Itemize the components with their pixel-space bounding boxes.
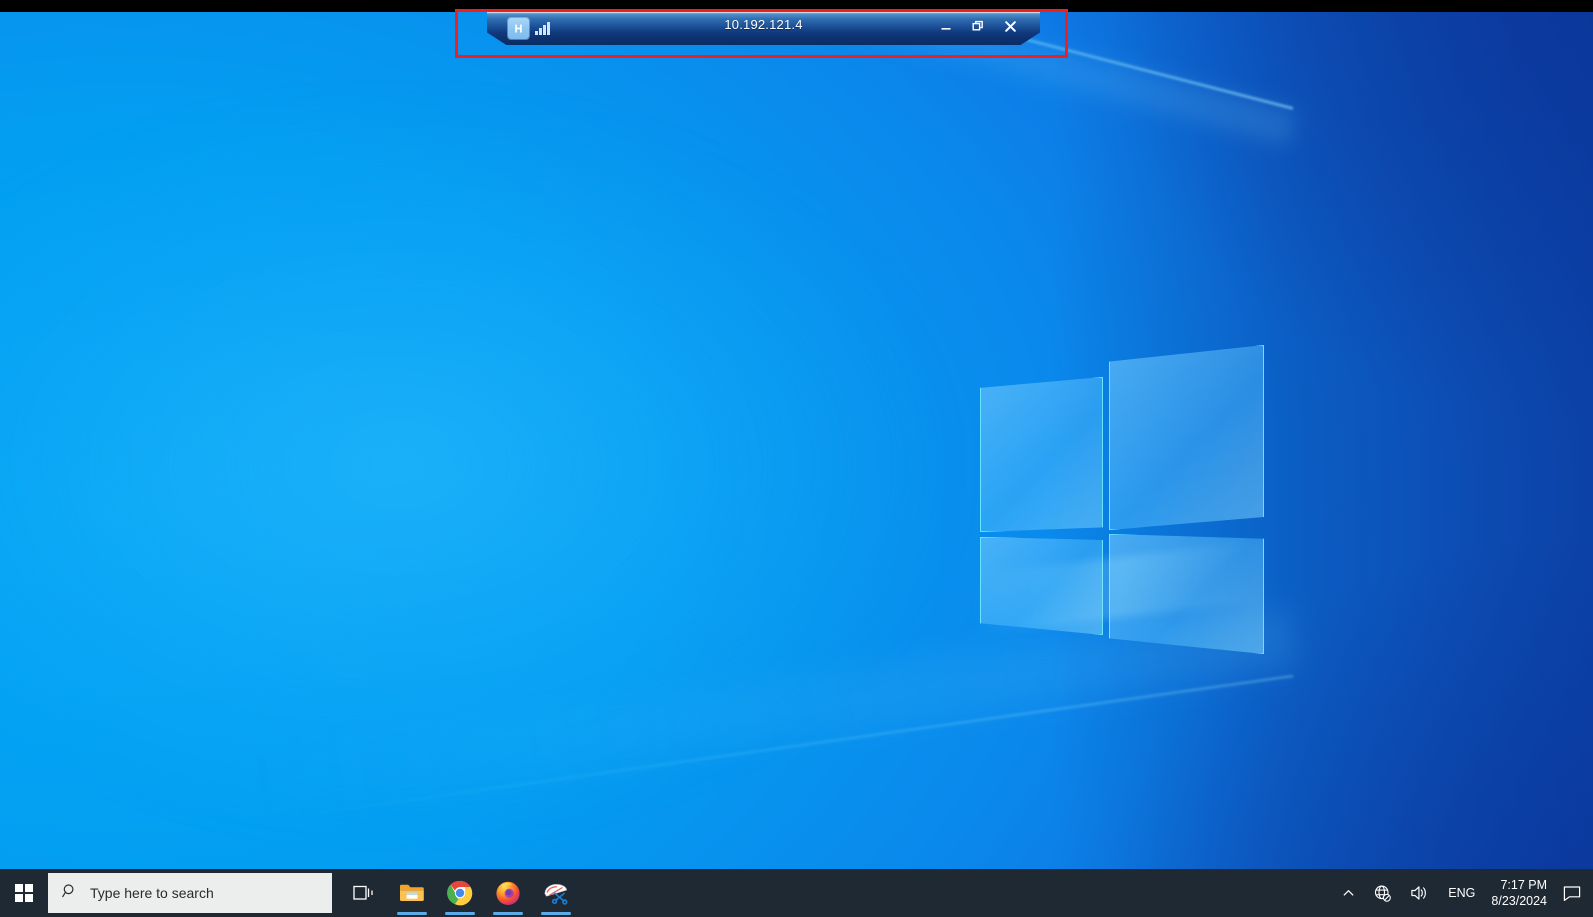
taskbar: Type here to search ENG 7:17 PM 8/23/202… xyxy=(0,869,1593,917)
folder-icon xyxy=(400,884,424,901)
speaker-icon xyxy=(1411,886,1427,900)
system-tray: ENG 7:17 PM 8/23/2024 xyxy=(1333,869,1593,917)
logo-pane-top-left xyxy=(980,377,1103,532)
taskbar-item-snipping-tool[interactable] xyxy=(532,869,580,917)
clock-time: 7:17 PM xyxy=(1500,878,1547,892)
task-view-icon xyxy=(353,885,373,900)
logo-pane-top-right xyxy=(1109,345,1264,530)
action-center-button[interactable] xyxy=(1557,869,1587,917)
taskbar-item-task-view[interactable] xyxy=(340,869,388,917)
clock-date: 8/23/2024 xyxy=(1491,894,1547,908)
pushpin-icon[interactable] xyxy=(508,17,529,39)
close-button[interactable] xyxy=(998,14,1022,38)
speech-bubble-icon xyxy=(1563,885,1581,901)
top-black-strip xyxy=(0,0,1593,12)
taskbar-item-mozilla-firefox[interactable] xyxy=(484,869,532,917)
screen: 10.192.121.4 Type here to search ENG 7:1… xyxy=(0,0,1593,917)
tray-language-indicator[interactable]: ENG xyxy=(1438,886,1485,900)
taskbar-item-file-explorer[interactable] xyxy=(388,869,436,917)
restore-button[interactable] xyxy=(966,14,990,38)
globe-no-internet-icon xyxy=(1375,885,1392,902)
scissors-icon xyxy=(544,884,568,905)
chevron-up-icon xyxy=(1343,889,1354,896)
search-input[interactable]: Type here to search xyxy=(48,873,332,913)
chrome-icon xyxy=(447,880,473,906)
tray-network-button[interactable] xyxy=(1364,869,1401,917)
rdp-connection-bar[interactable]: 10.192.121.4 xyxy=(487,12,1040,45)
tray-overflow-button[interactable] xyxy=(1333,869,1364,917)
windows-logo-icon xyxy=(15,884,33,902)
firefox-icon xyxy=(496,881,520,905)
taskbar-app-icons xyxy=(340,869,580,917)
minimize-button[interactable] xyxy=(934,14,958,38)
tray-volume-button[interactable] xyxy=(1401,869,1438,917)
taskbar-item-google-chrome[interactable] xyxy=(436,869,484,917)
start-button[interactable] xyxy=(0,869,48,917)
connection-bar-left-icons xyxy=(508,15,550,41)
search-icon xyxy=(62,883,78,904)
signal-bars-icon xyxy=(535,21,550,36)
search-placeholder-text: Type here to search xyxy=(90,885,214,901)
wallpaper-left-glow xyxy=(0,102,956,827)
desktop-wallpaper[interactable] xyxy=(0,12,1593,917)
taskbar-clock[interactable]: 7:17 PM 8/23/2024 xyxy=(1485,869,1557,917)
connection-bar-window-controls xyxy=(934,13,1022,39)
wallpaper-windows-logo xyxy=(973,327,1271,654)
